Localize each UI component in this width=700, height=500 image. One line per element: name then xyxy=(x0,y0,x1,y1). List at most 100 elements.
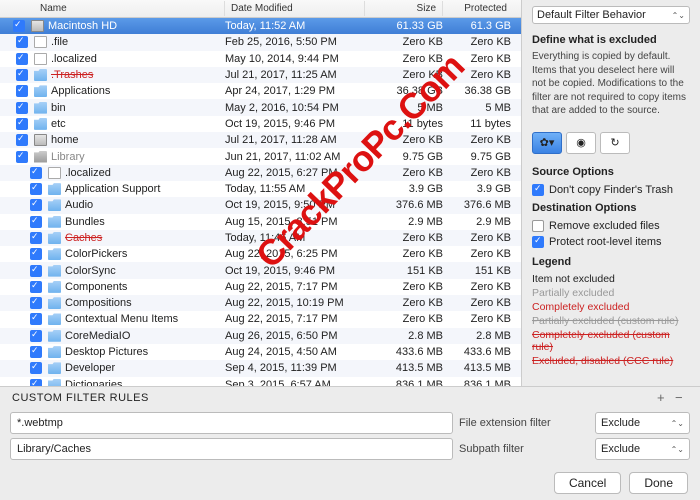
include-checkbox[interactable] xyxy=(30,346,42,358)
table-row[interactable]: ▶CachesToday, 11:46 AMZero KBZero KB xyxy=(0,230,521,246)
table-row[interactable]: ▶etcOct 19, 2015, 9:46 PM11 bytes11 byte… xyxy=(0,116,521,132)
table-row[interactable]: ▶DictionariesSep 3, 2015, 6:57 AM836.1 M… xyxy=(0,377,521,386)
col-prot[interactable]: Protected xyxy=(443,1,521,16)
filter-behavior-select[interactable]: Default Filter Behavior ⌃⌄ xyxy=(532,6,690,24)
item-date: Today, 11:52 AM xyxy=(225,20,365,32)
disclosure-icon[interactable]: ▶ xyxy=(0,86,16,97)
include-checkbox[interactable] xyxy=(16,151,28,163)
disclosure-icon[interactable]: ▶ xyxy=(0,265,30,276)
table-row[interactable]: .localizedMay 10, 2014, 9:44 PMZero KBZe… xyxy=(0,51,521,67)
table-row[interactable]: ▶binMay 2, 2016, 10:54 PM5 MB5 MB xyxy=(0,99,521,115)
disclosure-icon[interactable]: ▶ xyxy=(0,330,30,341)
include-checkbox[interactable] xyxy=(30,313,42,325)
cancel-button[interactable]: Cancel xyxy=(554,472,621,494)
add-rule-button[interactable]: + xyxy=(652,390,670,405)
table-row[interactable]: ▶ColorSyncOct 19, 2015, 9:46 PM151 KB151… xyxy=(0,262,521,278)
item-size: Zero KB xyxy=(365,167,443,179)
table-row[interactable]: ▶ColorPickersAug 22, 2015, 6:25 PMZero K… xyxy=(0,246,521,262)
src-trash-checkbox[interactable] xyxy=(532,184,544,196)
table-row[interactable]: ▶ComponentsAug 22, 2015, 7:17 PMZero KBZ… xyxy=(0,279,521,295)
col-size[interactable]: Size xyxy=(365,1,443,16)
table-row[interactable]: ▶ApplicationsApr 24, 2017, 1:29 PM36.38 … xyxy=(0,83,521,99)
disclosure-icon[interactable]: ▶ xyxy=(0,281,30,292)
include-checkbox[interactable] xyxy=(30,199,42,211)
table-row[interactable]: .fileFeb 25, 2016, 5:50 PMZero KBZero KB xyxy=(0,34,521,50)
table-row[interactable]: ▶homeJul 21, 2017, 11:28 AMZero KBZero K… xyxy=(0,132,521,148)
include-checkbox[interactable] xyxy=(16,85,28,97)
include-checkbox[interactable] xyxy=(16,36,28,48)
item-date: Aug 22, 2015, 10:19 PM xyxy=(225,297,365,309)
disclosure-icon[interactable]: ▶ xyxy=(0,70,16,81)
item-protected: Zero KB xyxy=(443,297,521,309)
include-checkbox[interactable] xyxy=(13,20,25,32)
table-row[interactable]: ▶BundlesAug 15, 2015, 8:51 PM2.9 MB2.9 M… xyxy=(0,214,521,230)
table-row[interactable]: ▶CoreMediaIOAug 26, 2015, 6:50 PM2.8 MB2… xyxy=(0,328,521,344)
item-date: May 10, 2014, 9:44 PM xyxy=(225,53,365,65)
table-row[interactable]: ▶DeveloperSep 4, 2015, 11:39 PM413.5 MB4… xyxy=(0,360,521,376)
table-row[interactable]: ▶AudioOct 19, 2015, 9:50 PM376.6 MB376.6… xyxy=(0,197,521,213)
item-date: May 2, 2016, 10:54 PM xyxy=(225,102,365,114)
col-date[interactable]: Date Modified xyxy=(225,1,365,16)
table-row[interactable]: ▶CompositionsAug 22, 2015, 10:19 PMZero … xyxy=(0,295,521,311)
source-options-title: Source Options xyxy=(532,166,690,178)
include-checkbox[interactable] xyxy=(30,265,42,277)
remove-excluded-checkbox[interactable] xyxy=(532,220,544,232)
disclosure-icon[interactable]: ▶ xyxy=(0,233,30,244)
table-row[interactable]: ▶.TrashesJul 21, 2017, 11:25 AMZero KBZe… xyxy=(0,67,521,83)
disclosure-icon[interactable]: ▶ xyxy=(0,118,16,129)
rule-pattern-input[interactable] xyxy=(10,412,453,434)
include-checkbox[interactable] xyxy=(30,167,42,179)
legend-item: Partially excluded (custom rule) xyxy=(532,315,690,327)
disclosure-icon[interactable]: ▶ xyxy=(0,347,30,358)
disclosure-icon[interactable]: ▶ xyxy=(0,200,30,211)
include-checkbox[interactable] xyxy=(16,69,28,81)
item-name: Developer xyxy=(65,362,225,374)
custom-filter-title: CUSTOM FILTER RULES xyxy=(12,392,149,404)
disclosure-icon[interactable]: ▶ xyxy=(0,249,30,260)
protect-root-checkbox[interactable] xyxy=(532,236,544,248)
rule-action-select[interactable]: Exclude⌃⌄ xyxy=(595,438,690,460)
table-row[interactable]: ▶Contextual Menu ItemsAug 22, 2015, 7:17… xyxy=(0,311,521,327)
include-checkbox[interactable] xyxy=(30,248,42,260)
disclosure-icon[interactable]: ▶ xyxy=(0,184,30,195)
disclosure-icon[interactable]: ▶ xyxy=(0,314,30,325)
remove-rule-button[interactable]: − xyxy=(670,390,688,405)
disclosure-icon[interactable]: ▶ xyxy=(0,216,30,227)
preview-button[interactable]: ◉ xyxy=(566,132,596,154)
include-checkbox[interactable] xyxy=(30,183,42,195)
include-checkbox[interactable] xyxy=(30,216,42,228)
include-checkbox[interactable] xyxy=(30,330,42,342)
fold-icon xyxy=(48,232,61,244)
item-protected: Zero KB xyxy=(443,69,521,81)
include-checkbox[interactable] xyxy=(16,53,28,65)
include-checkbox[interactable] xyxy=(16,134,28,146)
include-checkbox[interactable] xyxy=(30,362,42,374)
refresh-button[interactable]: ↻ xyxy=(600,132,630,154)
include-checkbox[interactable] xyxy=(30,281,42,293)
include-checkbox[interactable] xyxy=(30,232,42,244)
col-name[interactable]: Name xyxy=(0,1,225,16)
item-size: Zero KB xyxy=(365,281,443,293)
done-button[interactable]: Done xyxy=(629,472,688,494)
disclosure-icon[interactable]: ▶ xyxy=(0,102,16,113)
item-name: Contextual Menu Items xyxy=(65,313,225,325)
disclosure-icon[interactable]: ▶ xyxy=(0,363,30,374)
disclosure-icon[interactable]: ▶ xyxy=(0,135,16,146)
file-tree[interactable]: Macintosh HDToday, 11:52 AM61.33 GB61.3 … xyxy=(0,18,521,386)
include-checkbox[interactable] xyxy=(30,379,42,386)
rule-type-label: Subpath filter xyxy=(459,443,589,455)
include-checkbox[interactable] xyxy=(30,297,42,309)
disclosure-icon[interactable]: ▶ xyxy=(0,379,30,386)
table-row[interactable]: ▼LibraryJun 21, 2017, 11:02 AM9.75 GB9.7… xyxy=(0,148,521,164)
table-row[interactable]: .localizedAug 22, 2015, 6:27 PMZero KBZe… xyxy=(0,165,521,181)
include-checkbox[interactable] xyxy=(16,118,28,130)
table-row[interactable]: Macintosh HDToday, 11:52 AM61.33 GB61.3 … xyxy=(0,18,521,34)
rule-pattern-input[interactable] xyxy=(10,438,453,460)
gear-menu-button[interactable]: ✿▾ xyxy=(532,132,562,154)
include-checkbox[interactable] xyxy=(16,102,28,114)
table-row[interactable]: ▶Application SupportToday, 11:55 AM3.9 G… xyxy=(0,181,521,197)
rule-action-select[interactable]: Exclude⌃⌄ xyxy=(595,412,690,434)
disclosure-icon[interactable]: ▼ xyxy=(0,152,16,162)
table-row[interactable]: ▶Desktop PicturesAug 24, 2015, 4:50 AM43… xyxy=(0,344,521,360)
disclosure-icon[interactable]: ▶ xyxy=(0,298,30,309)
